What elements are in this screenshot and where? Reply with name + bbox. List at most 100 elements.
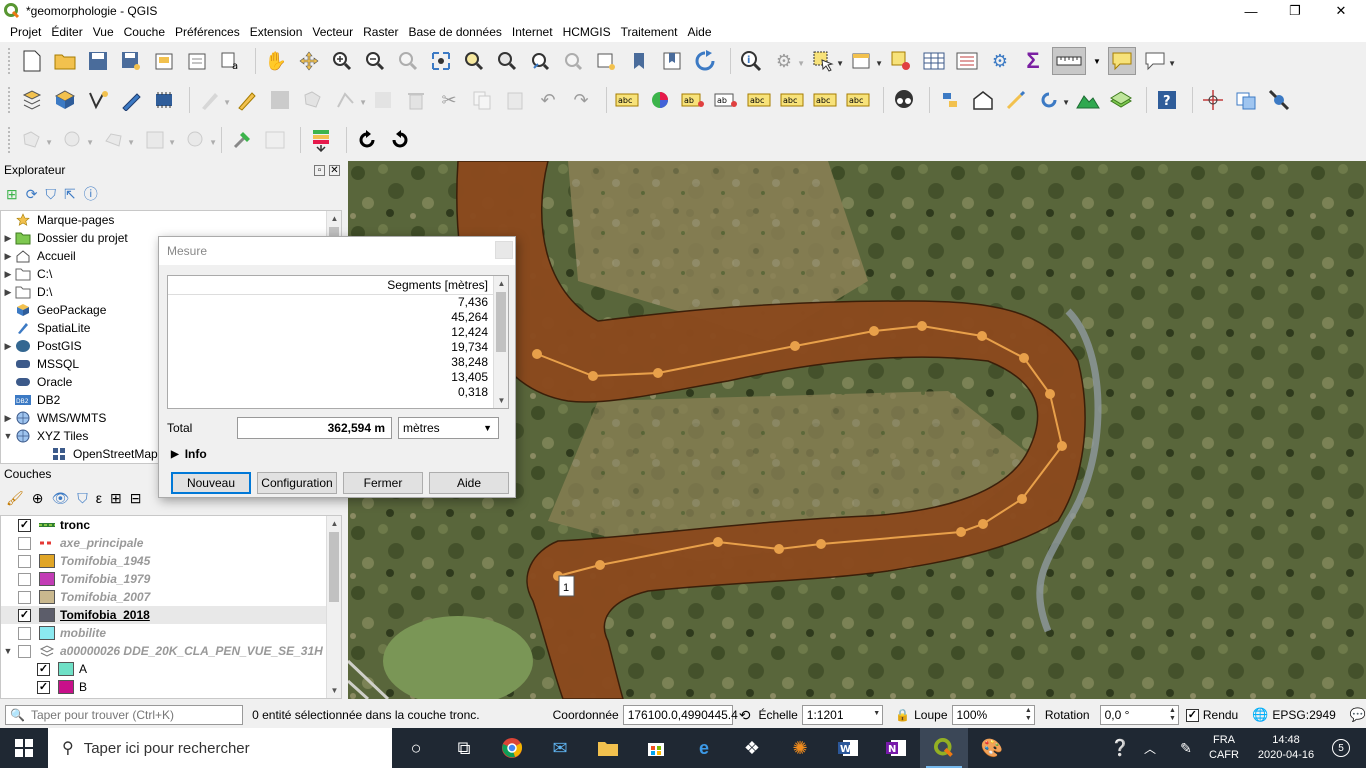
close-dialog-button[interactable]: Fermer <box>343 472 423 494</box>
crs-globe-icon[interactable]: 🌐 <box>1252 707 1268 723</box>
menu-vecteur[interactable]: Vecteur <box>307 25 358 39</box>
word-icon[interactable]: W <box>824 728 872 768</box>
run-feature-action-icon[interactable]: ▼ ⚙ <box>770 47 805 75</box>
menu-editer[interactable]: Éditer <box>46 25 87 39</box>
messages-icon[interactable]: 💬 <box>1350 707 1366 723</box>
menu-base-de-donnees[interactable]: Base de données <box>403 25 506 39</box>
segment-row[interactable]: 38,248 <box>168 355 508 370</box>
measure-vertex[interactable] <box>713 537 723 547</box>
rotate-counterclockwise-icon[interactable] <box>386 126 414 154</box>
layer-item[interactable]: ▼ a00000026 DDE_20K_CLA_PEN_VUE_SE_31H <box>1 642 341 660</box>
plugin-satellite-icon[interactable] <box>1265 86 1293 114</box>
rotate-label-icon[interactable]: abc <box>811 86 839 114</box>
measure-vertex[interactable] <box>790 341 800 351</box>
dropbox-icon[interactable]: ❖ <box>728 728 776 768</box>
measure-vertex[interactable] <box>816 539 826 549</box>
plugin-terrain-icon[interactable] <box>1074 86 1102 114</box>
help-icon[interactable]: ? <box>1153 86 1181 114</box>
cortana-icon[interactable]: ○ <box>392 728 440 768</box>
dialog-close-button[interactable] <box>495 241 513 259</box>
measure-vertex[interactable] <box>1019 353 1029 363</box>
delete-selected-icon[interactable] <box>402 86 430 114</box>
statistics-sum-icon[interactable]: Σ <box>1019 47 1047 75</box>
file-explorer-icon[interactable] <box>584 728 632 768</box>
plugin-stack-icon[interactable] <box>307 126 335 154</box>
menu-raster[interactable]: Raster <box>358 25 403 39</box>
help-button[interactable]: Aide <box>429 472 509 494</box>
zoom-last-icon[interactable] <box>526 47 554 75</box>
new-shapefile-layer-icon[interactable] <box>84 86 112 114</box>
paint-icon[interactable]: 🎨 <box>968 728 1016 768</box>
segment-row[interactable]: 12,424 <box>168 325 508 340</box>
layer-visibility-checkbox[interactable] <box>18 626 31 640</box>
measure-vertex[interactable] <box>1057 441 1067 451</box>
new-map-view-icon[interactable] <box>592 47 620 75</box>
notifications-button[interactable]: 5 <box>1326 728 1356 768</box>
layer-item[interactable]: ✓ tronc <box>1 516 341 534</box>
zoom-native-resolution-icon[interactable] <box>394 47 422 75</box>
layer-item[interactable]: Tomifobia_2007 <box>1 588 341 606</box>
layers-scrollbar[interactable]: ▲ ▼ <box>326 516 341 698</box>
reshape-icon[interactable]: ▼ <box>182 126 217 154</box>
pan-map-icon[interactable]: ✋ <box>262 47 290 75</box>
float-panel-icon[interactable]: ▫ <box>314 164 325 176</box>
add-layer-icon[interactable]: ⊞ <box>6 186 18 203</box>
collapse-all-icon[interactable]: ⇱ <box>64 186 76 203</box>
zoom-full-icon[interactable] <box>427 47 455 75</box>
layer-visibility-checkbox[interactable]: ✓ <box>18 608 31 622</box>
style-manager-icon[interactable]: a <box>216 47 244 75</box>
undo-icon[interactable]: ↶ <box>534 86 562 114</box>
segment-row[interactable]: 19,734 <box>168 340 508 355</box>
pin-labels-icon[interactable]: ab <box>712 86 740 114</box>
expand-all-icon[interactable]: ⊞ <box>110 490 122 507</box>
measure-vertex[interactable] <box>917 321 927 331</box>
layer-item[interactable]: axe_principale <box>1 534 341 552</box>
measure-line-icon[interactable] <box>1052 47 1086 75</box>
measure-vertex[interactable] <box>977 331 987 341</box>
scroll-up-icon[interactable]: ▲ <box>494 276 508 291</box>
layer-visibility-checkbox[interactable] <box>18 554 31 568</box>
layer-visibility-checkbox[interactable] <box>18 536 31 550</box>
layer-item[interactable]: ✓ B <box>1 678 341 696</box>
scroll-down-icon[interactable]: ▼ <box>327 683 341 698</box>
current-edits-icon[interactable]: ▼ <box>196 86 231 114</box>
rotate-clockwise-icon[interactable] <box>353 126 381 154</box>
expand-arrow-icon[interactable]: ▶ <box>1 233 15 244</box>
open-attribute-table-icon[interactable] <box>920 47 948 75</box>
scroll-thumb[interactable] <box>496 292 506 352</box>
layer-item[interactable]: ✓ Tomifobia_2018 <box>1 606 341 624</box>
measure-vertex[interactable] <box>1017 494 1027 504</box>
layer-item[interactable]: Tomifobia_1979 <box>1 570 341 588</box>
field-calculator-icon[interactable] <box>953 47 981 75</box>
filter-browser-icon[interactable]: ⛉ <box>45 186 56 203</box>
coordinate-field[interactable]: 176100.0,4990445.4 <box>622 705 738 725</box>
zoom-to-selection-icon[interactable] <box>460 47 488 75</box>
start-button[interactable] <box>0 728 48 768</box>
open-project-icon[interactable] <box>51 47 79 75</box>
menu-vue[interactable]: Vue <box>88 25 119 39</box>
filter-by-expression-icon[interactable]: ε <box>96 490 102 506</box>
plugin-table-icon[interactable] <box>261 126 289 154</box>
scroll-up-icon[interactable]: ▲ <box>327 211 341 226</box>
store-icon[interactable] <box>632 728 680 768</box>
language-indicator[interactable]: FRA CAFR <box>1204 728 1244 768</box>
show-hide-labels-icon[interactable]: abc <box>745 86 773 114</box>
zoom-out-icon[interactable] <box>361 47 389 75</box>
menu-internet[interactable]: Internet <box>507 25 558 39</box>
map-tips-icon[interactable] <box>1108 47 1136 75</box>
measure-vertex[interactable] <box>532 349 542 359</box>
refresh-icon[interactable] <box>691 47 719 75</box>
diagram-options-icon[interactable] <box>646 86 674 114</box>
qgis-taskbar-icon[interactable] <box>920 728 968 768</box>
plugin-wand-icon[interactable] <box>1002 86 1030 114</box>
menu-preferences[interactable]: Préférences <box>170 25 245 39</box>
scroll-down-icon[interactable]: ▼ <box>494 393 508 408</box>
render-checkbox[interactable]: ✓ <box>1185 708 1199 722</box>
scroll-thumb[interactable] <box>329 532 339 602</box>
plugin-house-icon[interactable] <box>969 86 997 114</box>
add-feature-icon[interactable] <box>299 86 327 114</box>
expand-arrow-icon[interactable]: ▶ <box>1 269 15 280</box>
crosshair-icon[interactable] <box>1199 86 1227 114</box>
taskbar-search[interactable]: ⚲ Taper ici pour rechercher <box>48 728 392 768</box>
edge-icon[interactable]: e <box>680 728 728 768</box>
